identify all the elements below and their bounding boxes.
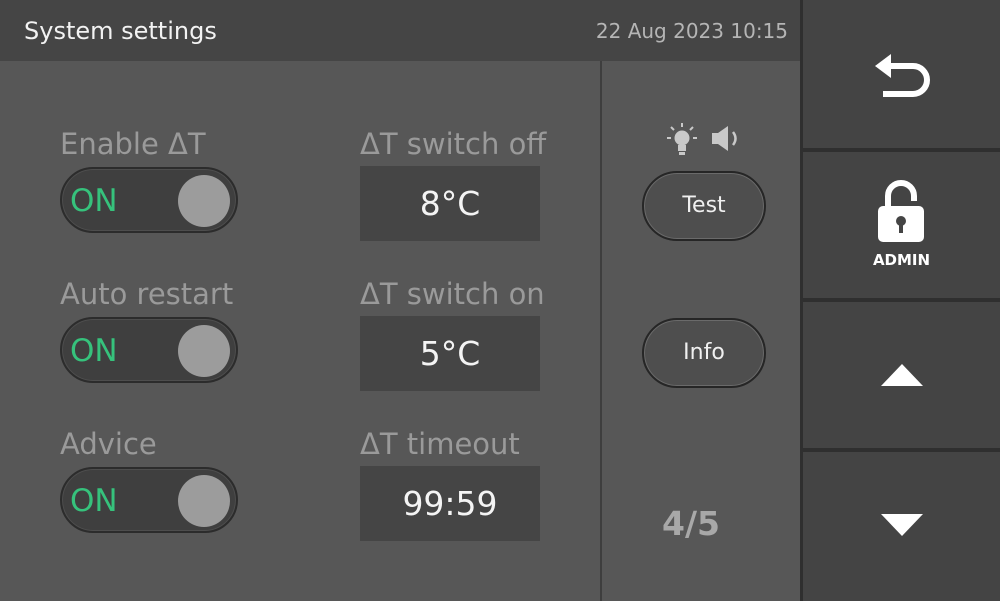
advice-state: ON: [70, 483, 118, 519]
admin-button[interactable]: ADMIN: [803, 152, 1000, 298]
light-bulb-icon: [667, 123, 697, 155]
info-button[interactable]: Info: [642, 318, 766, 388]
padlock-icon: [878, 180, 924, 242]
auto-restart-state: ON: [70, 333, 118, 369]
dt-timeout-label: ΔT timeout: [360, 427, 520, 461]
page-indicator: 4/5: [662, 504, 720, 543]
auto-restart-label: Auto restart: [60, 277, 234, 311]
test-indicators: [662, 121, 752, 161]
header-bar: System settings 22 Aug 2023 10:15: [0, 0, 800, 61]
auto-restart-toggle[interactable]: ON: [60, 317, 238, 383]
dt-timeout-value: 99:59: [402, 484, 498, 523]
up-arrow-icon: [881, 364, 923, 386]
admin-label: ADMIN: [872, 251, 931, 269]
settings-panel: Enable ΔT ON ΔT switch off 8°C Auto rest…: [0, 61, 600, 601]
scroll-down-button[interactable]: [803, 452, 1000, 601]
dt-switch-off-field[interactable]: 8°C: [360, 166, 540, 241]
toggle-knob: [178, 475, 230, 527]
down-arrow-icon: [881, 514, 923, 536]
page-title: System settings: [24, 17, 217, 45]
dt-switch-on-field[interactable]: 5°C: [360, 316, 540, 391]
back-button[interactable]: [803, 0, 1000, 148]
advice-label: Advice: [60, 427, 157, 461]
dt-switch-on-value: 5°C: [419, 334, 481, 373]
dt-timeout-field[interactable]: 99:59: [360, 466, 540, 541]
enable-dt-label: Enable ΔT: [60, 127, 206, 161]
action-panel: Test Info 4/5: [602, 61, 800, 601]
toggle-knob: [178, 325, 230, 377]
date-time: 22 Aug 2023 10:15: [595, 19, 788, 43]
enable-dt-toggle[interactable]: ON: [60, 167, 238, 233]
dt-switch-on-label: ΔT switch on: [360, 277, 545, 311]
enable-dt-state: ON: [70, 183, 118, 219]
test-button[interactable]: Test: [642, 171, 766, 241]
dt-switch-off-value: 8°C: [419, 184, 481, 223]
toggle-knob: [178, 175, 230, 227]
scroll-up-button[interactable]: [803, 302, 1000, 448]
dt-switch-off-label: ΔT switch off: [360, 127, 547, 161]
speaker-icon: [712, 126, 737, 151]
back-arrow-icon: [875, 54, 930, 97]
advice-toggle[interactable]: ON: [60, 467, 238, 533]
nav-column: ADMIN: [800, 0, 1000, 601]
